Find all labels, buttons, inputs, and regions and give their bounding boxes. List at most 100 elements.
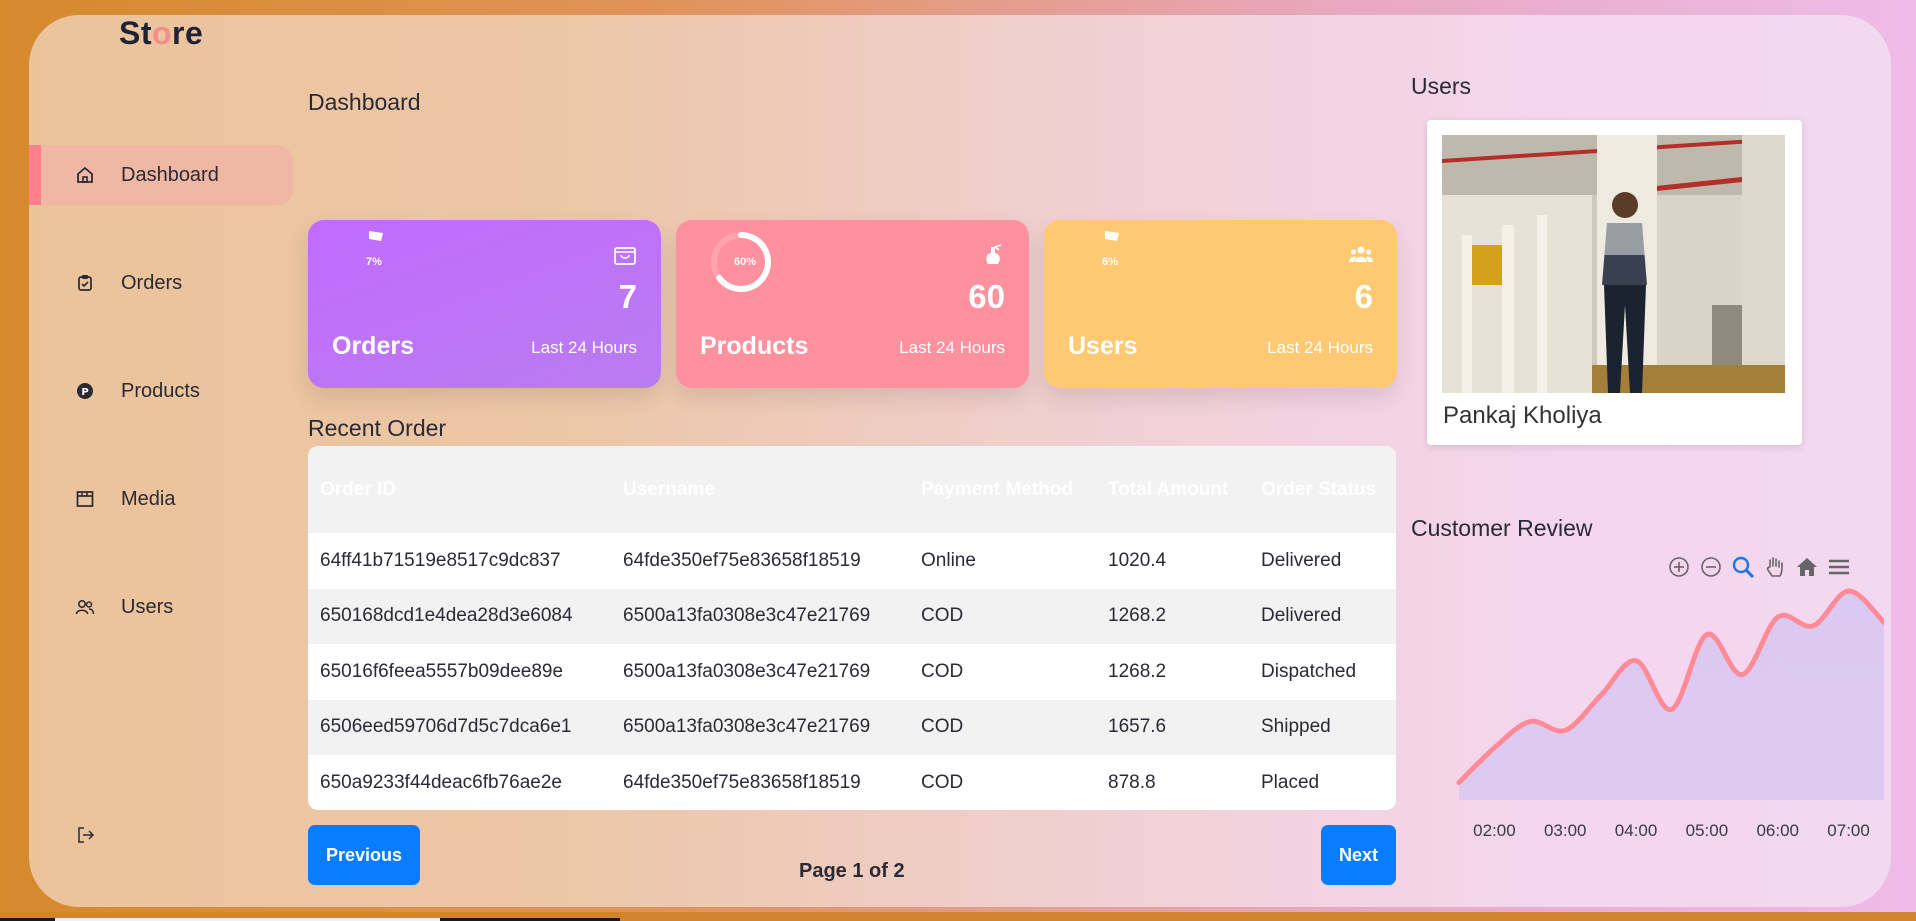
product-p-icon: P <box>75 381 95 401</box>
sidebar-item-products[interactable]: P Products <box>29 361 293 421</box>
sidebar-item-media[interactable]: Media <box>29 469 293 529</box>
cell-order-status: Delivered <box>1261 549 1342 571</box>
card-name: Products <box>700 332 809 360</box>
app-frame: Store Dashboard Orders P Products Media <box>29 15 1891 907</box>
table-row[interactable]: 650168dcd1e4dea28d3e6084 6500a13fa0308e3… <box>308 588 1396 644</box>
zoom-in-icon[interactable] <box>1667 555 1691 579</box>
table-row[interactable]: 65016f6feea5557b09dee89e 6500a13fa0308e3… <box>308 644 1396 700</box>
cell-total-amount: 1268.2 <box>1108 660 1167 682</box>
card-subtitle: Last 24 Hours <box>531 338 637 357</box>
x-tick-label: 04:00 <box>1615 821 1658 840</box>
user-card[interactable]: Pankaj Kholiya <box>1427 120 1802 445</box>
column-header-username: Username <box>623 478 715 500</box>
shopping-bag-icon <box>614 247 636 265</box>
card-subtitle: Last 24 Hours <box>1267 338 1373 357</box>
sidebar-item-users[interactable]: Users <box>29 577 293 637</box>
card-value: 60 <box>968 278 1005 315</box>
user-name: Pankaj Kholiya <box>1443 402 1602 429</box>
cell-total-amount: 1020.4 <box>1108 549 1167 571</box>
sidebar-item-label: Orders <box>121 271 183 294</box>
home-icon <box>75 165 95 185</box>
cell-payment-method: COD <box>921 771 964 793</box>
cell-payment-method: COD <box>921 605 964 627</box>
cell-order-status: Shipped <box>1261 716 1331 738</box>
customer-review-chart: 02:00 03:00 04:00 05:00 06:00 07:00 <box>1456 588 1884 840</box>
previous-button[interactable]: Previous <box>308 825 420 885</box>
table-row[interactable]: 6506eed59706d7d5c7dca6e1 6500a13fa0308e3… <box>308 699 1396 755</box>
x-tick-label: 06:00 <box>1756 821 1799 840</box>
x-tick-label: 07:00 <box>1827 821 1870 840</box>
cell-username: 64fde350ef75e83658f18519 <box>623 771 861 793</box>
card-percent: 6% <box>1102 256 1118 268</box>
cell-username: 6500a13fa0308e3c47e21769 <box>623 660 871 682</box>
next-button[interactable]: Next <box>1321 825 1396 885</box>
users-stat-card[interactable]: 6% 6 Users Last 24 Hours <box>1044 220 1397 388</box>
card-percent: 7% <box>366 256 382 268</box>
table-row[interactable]: 650a9233f44deac6fb76ae2e 64fde350ef75e83… <box>308 755 1396 810</box>
cell-payment-method: COD <box>921 660 964 682</box>
cell-order-status: Dispatched <box>1261 660 1357 682</box>
flag-icon <box>1105 231 1119 241</box>
sidebar-item-dashboard[interactable]: Dashboard <box>29 145 293 205</box>
sidebar-item-label: Users <box>121 595 174 618</box>
cell-payment-method: COD <box>921 716 964 738</box>
orders-stat-card[interactable]: 7% 7 Orders Last 24 Hours <box>308 220 661 388</box>
logout-icon[interactable] <box>76 825 96 845</box>
customer-review-title: Customer Review <box>1411 515 1593 541</box>
logo-text-end: re <box>172 15 204 51</box>
x-tick-label: 02:00 <box>1473 821 1516 840</box>
column-header-order-status: Order Status <box>1261 478 1377 500</box>
cell-payment-method: Online <box>921 549 976 571</box>
cell-order-status: Delivered <box>1261 605 1342 627</box>
card-subtitle: Last 24 Hours <box>899 338 1005 357</box>
sidebar-item-orders[interactable]: Orders <box>29 253 293 313</box>
column-header-order-id: Order ID <box>320 478 397 500</box>
cell-username: 64fde350ef75e83658f18519 <box>623 549 861 571</box>
products-stat-card[interactable]: 60% 60 Products Last 24 Hours <box>676 220 1029 388</box>
cell-username: 6500a13fa0308e3c47e21769 <box>623 605 871 627</box>
sidebar-item-label: Media <box>121 487 176 510</box>
media-icon <box>75 489 95 509</box>
menu-icon[interactable] <box>1827 555 1851 579</box>
cell-order-id: 650168dcd1e4dea28d3e6084 <box>320 605 573 627</box>
x-tick-label: 05:00 <box>1686 821 1729 840</box>
sidebar-nav: Dashboard Orders P Products Media Users <box>29 145 293 685</box>
users-panel-title: Users <box>1411 73 1472 99</box>
pan-hand-icon[interactable] <box>1763 555 1787 579</box>
cell-order-id: 650a9233f44deac6fb76ae2e <box>320 771 562 793</box>
cell-order-id: 6506eed59706d7d5c7dca6e1 <box>320 716 572 738</box>
users-icon <box>75 597 95 617</box>
zoom-out-icon[interactable] <box>1699 555 1723 579</box>
users-group-icon <box>1349 246 1373 262</box>
window-bottom-strip <box>0 912 1916 921</box>
sidebar-item-label: Products <box>121 379 200 402</box>
svg-text:P: P <box>81 387 88 398</box>
user-photo <box>1442 135 1785 393</box>
perfume-bottle-icon <box>986 244 1002 264</box>
recent-orders-table: Order ID Username Payment Method Total A… <box>308 446 1396 810</box>
magnifier-icon[interactable] <box>1731 555 1755 579</box>
card-name: Users <box>1068 332 1138 360</box>
cell-total-amount: 878.8 <box>1108 771 1156 793</box>
flag-icon <box>369 231 383 241</box>
column-header-total-amount: Total Amount <box>1108 478 1229 500</box>
cell-order-status: Placed <box>1261 771 1320 793</box>
recent-order-title: Recent Order <box>308 415 447 441</box>
clipboard-icon <box>75 273 95 293</box>
card-percent: 60% <box>734 256 757 268</box>
home-reset-icon[interactable] <box>1795 555 1819 579</box>
card-name: Orders <box>332 332 414 360</box>
page-indicator: Page 1 of 2 <box>799 860 905 882</box>
page-title: Dashboard <box>308 89 421 115</box>
logo-text-accent: o <box>152 15 173 51</box>
cell-total-amount: 1657.6 <box>1108 716 1167 738</box>
column-header-payment-method: Payment Method <box>921 478 1074 500</box>
sidebar-item-label: Dashboard <box>121 163 219 186</box>
store-logo[interactable]: Store <box>119 15 203 52</box>
table-header-row: Order ID Username Payment Method Total A… <box>308 446 1396 533</box>
cell-total-amount: 1268.2 <box>1108 605 1167 627</box>
card-value: 6 <box>1354 278 1373 315</box>
table-row[interactable]: 64ff41b71519e8517c9dc837 64fde350ef75e83… <box>308 533 1396 589</box>
logo-text-start: St <box>119 15 152 51</box>
cell-order-id: 65016f6feea5557b09dee89e <box>320 660 564 682</box>
